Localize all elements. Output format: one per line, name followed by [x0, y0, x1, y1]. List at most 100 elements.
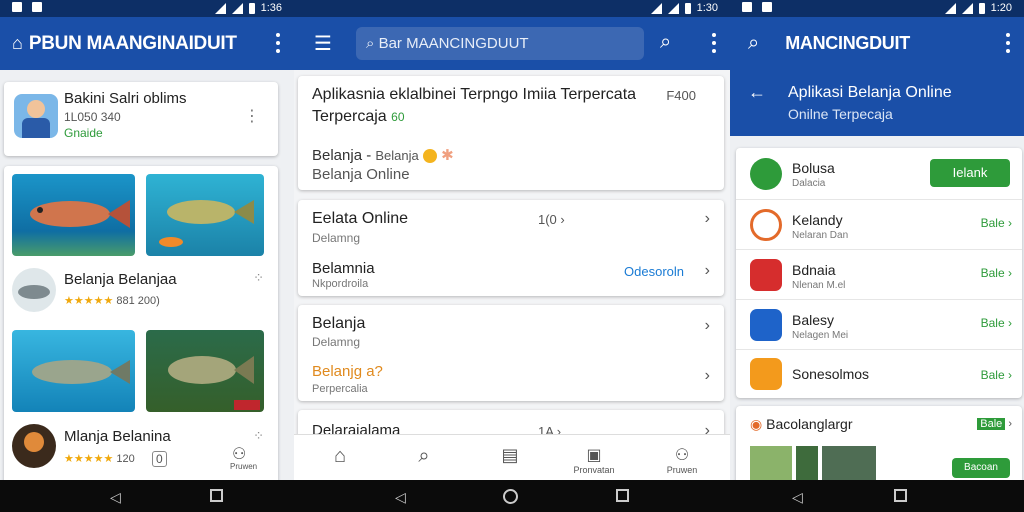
app-action[interactable]: Bale › [981, 368, 1012, 382]
status-time: 1:36 [260, 2, 282, 14]
row-title[interactable]: Belanjg a? [312, 363, 383, 380]
back-arrow-icon[interactable]: ← [748, 82, 766, 103]
home-nav-icon[interactable] [503, 489, 518, 504]
search-icon[interactable]: ⌕ [660, 31, 671, 54]
app-row[interactable]: Sonesolmos Bale › [736, 350, 1022, 398]
phone-screen-3: 1:20 ⌕ MANCINGDUIT ← Aplikasi Belanja On… [730, 0, 1024, 480]
recents-nav-icon[interactable] [616, 489, 629, 502]
app-action[interactable]: Bale › [981, 266, 1012, 280]
system-nav-bar: ◁ ◁ ◁ [0, 480, 1024, 512]
app-sub: Nelagen Mei [792, 330, 849, 341]
notification-icon [742, 2, 752, 12]
more-icon[interactable] [1006, 33, 1010, 53]
more-icon[interactable]: ⋮ [244, 106, 260, 126]
row-link[interactable]: Odesoroln [624, 264, 684, 279]
row-sub: Delamng [312, 231, 361, 245]
back-nav-icon[interactable]: ◁ [110, 489, 121, 506]
row-count: 1(0 › [538, 212, 565, 227]
profile-nav-icon[interactable]: ⚇ [232, 444, 246, 464]
app-title: MANCINGDUIT [785, 33, 910, 53]
app-logo-icon [750, 259, 782, 291]
app-sub: Nelaran Dan [792, 230, 849, 241]
recents-nav-icon[interactable] [210, 489, 223, 502]
menu-icon[interactable]: ☰ [314, 31, 332, 56]
search-nav-item[interactable]: ⌕ [394, 445, 454, 468]
notification-icon [32, 2, 42, 12]
header-card[interactable]: Aplikasnia eklalbinei Terpngo Imiia Terp… [298, 76, 724, 190]
card-a: Eelata Online Delamng 1(0 › › Belamnia N… [298, 200, 724, 296]
profile-nav-item[interactable]: ⚇ Pruwen [652, 445, 712, 475]
back-nav-icon[interactable]: ◁ [395, 489, 406, 506]
app-sub: Dalacia [792, 178, 826, 189]
search-icon[interactable]: ⌕ [748, 32, 759, 55]
header-subtitle: Terpercaja 60 [312, 108, 405, 125]
fish-thumbnail-icon [18, 285, 50, 299]
notification-icon [12, 2, 22, 12]
recents-nav-icon[interactable] [894, 489, 907, 502]
fish-image[interactable] [146, 330, 264, 412]
footer-badge[interactable]: Bale › [977, 418, 1012, 430]
row-sub: Delamng [312, 335, 361, 349]
status-time: 1:20 [990, 2, 1012, 14]
phone-screen-2: 1:30 ☰ ⌕ Bar MAANCINGDUUT ⌕ Aplikasnia e… [294, 0, 730, 480]
app-name: Balesy [792, 312, 835, 328]
profile-icon: ⚇ [674, 447, 690, 464]
more-icon[interactable] [712, 33, 716, 53]
home-icon[interactable]: ⌂ [12, 33, 23, 54]
rating-count: 120 [116, 453, 135, 465]
more-icon[interactable]: ⁘ [253, 270, 264, 286]
row-title[interactable]: Eelata Online [312, 210, 408, 228]
battery-icon [248, 2, 255, 14]
profile-name: Bakini Salri oblims [64, 90, 187, 107]
more-icon[interactable] [276, 33, 280, 53]
footer-button[interactable]: Bacoan [952, 458, 1010, 478]
list-nav-item[interactable]: ▤ [480, 445, 540, 466]
detail-header: ← Aplikasi Belanja Online Onilne Terpeca… [730, 70, 1024, 136]
app-bar: ⌂ PBUN MAANGINAIDUIT [0, 17, 294, 70]
list-item-rating: ★★★★★ 120 [64, 452, 135, 465]
fish-image[interactable] [146, 174, 264, 256]
list-item-title[interactable]: Belanja Belanjaa [64, 271, 177, 288]
row-title[interactable]: Belanja [312, 315, 365, 333]
search-input[interactable]: ⌕ Bar MAANCINGDUUT [356, 27, 644, 60]
back-nav-icon[interactable]: ◁ [792, 489, 803, 506]
app-name: Bolusa [792, 160, 835, 176]
row-title[interactable]: Belamnia [312, 260, 375, 277]
home-nav-item[interactable]: ⌂ [310, 445, 370, 468]
app-row[interactable]: Bdnaia Nlenan M.el Bale › [736, 250, 1022, 300]
fish-picture [168, 356, 260, 410]
profile-card[interactable]: Bakini Salri oblims 1L050 340 Gnaide ⋮ [4, 82, 278, 156]
app-logo-icon [750, 209, 782, 241]
app-action[interactable]: Bale › [981, 216, 1012, 230]
fish-picture [32, 360, 130, 384]
chevron-right-icon[interactable]: › [705, 210, 710, 228]
signal-icon [667, 2, 679, 14]
rating-stars: ★★★★★ [64, 295, 114, 307]
app-row[interactable]: Balesy Nelagen Mei Bale › [736, 300, 1022, 350]
fish-image[interactable] [12, 174, 135, 256]
chevron-right-icon[interactable]: › [705, 262, 710, 280]
app-logo-icon [750, 158, 782, 190]
more-icon[interactable]: ⁘ [253, 428, 264, 444]
header-badge: F400 [666, 88, 696, 103]
phone-screen-1: 1:36 ⌂ PBUN MAANGINAIDUIT Bakini Salri o… [0, 0, 294, 480]
app-bar: ⌕ MANCINGDUIT [730, 17, 1024, 70]
install-button[interactable]: Ielank [930, 159, 1010, 187]
search-text: Bar MAANCINGDUUT [378, 35, 529, 52]
header-line-2: Onilne Terpecaja [788, 106, 893, 122]
chevron-right-icon[interactable]: › [705, 317, 710, 335]
list-item-title[interactable]: Mlanja Belanina [64, 428, 171, 445]
app-action[interactable]: Bale › [981, 316, 1012, 330]
chevron-right-icon[interactable]: › [705, 367, 710, 385]
app-row[interactable]: Bolusa Dalacia Ielank [736, 148, 1022, 200]
status-bar: 1:30 [294, 0, 730, 17]
cart-nav-item[interactable]: ▣ Pronvatan [564, 445, 624, 475]
app-name: Sonesolmos [792, 366, 870, 382]
row-sub: Perpercalia [312, 383, 368, 395]
fish-image[interactable] [12, 330, 135, 412]
profile-nav-label[interactable]: Pruwen [230, 462, 257, 471]
app-row[interactable]: Kelandy Nelaran Dan Bale › [736, 200, 1022, 250]
status-bar: 1:20 [730, 0, 1024, 17]
search-icon: ⌕ [418, 445, 430, 467]
status-bar: 1:36 [0, 0, 294, 17]
